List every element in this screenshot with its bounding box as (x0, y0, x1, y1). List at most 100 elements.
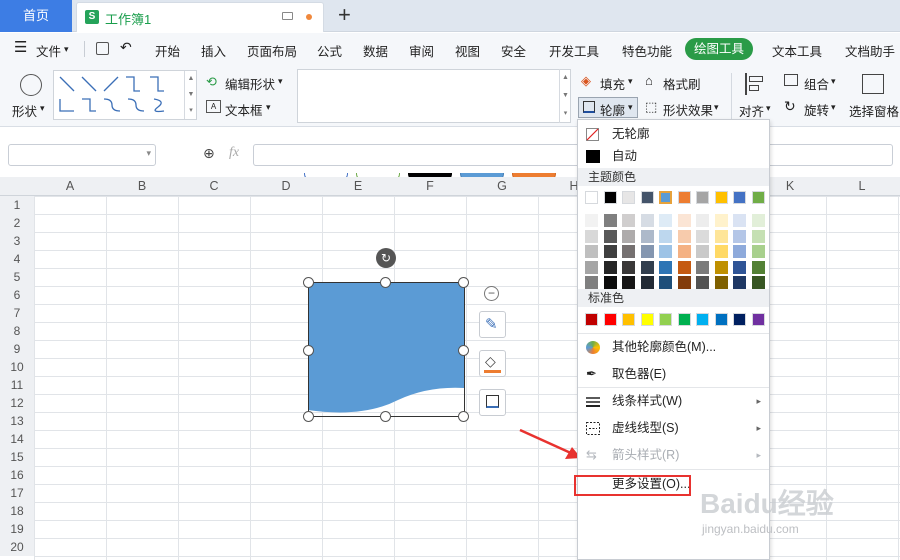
theme-color-swatch[interactable] (677, 191, 691, 204)
standard-color-swatch[interactable] (733, 313, 746, 326)
resize-handle[interactable] (303, 277, 314, 288)
theme-shade-swatch[interactable] (714, 276, 728, 289)
theme-shade-swatch[interactable] (622, 260, 635, 274)
shape-fill-button[interactable]: ◇ (479, 350, 506, 377)
theme-shade-swatch[interactable] (585, 245, 598, 258)
menu-developer[interactable]: 开发工具 (549, 41, 599, 60)
theme-color-swatch[interactable] (622, 191, 635, 204)
theme-shade-swatch[interactable] (659, 229, 672, 243)
no-outline-item[interactable]: 无轮廓 (578, 122, 769, 146)
theme-shade-swatch[interactable] (640, 276, 654, 289)
chevron-down-icon[interactable]: ▾ (831, 76, 836, 87)
row-header-1[interactable]: 1 (0, 196, 34, 214)
fx-icon[interactable]: fx (229, 145, 239, 161)
arrow-style-item[interactable]: ⇆ 箭头样式(R) ▸ (578, 443, 769, 467)
theme-shade-swatch[interactable] (696, 229, 709, 243)
theme-shade-swatch[interactable] (603, 214, 617, 227)
theme-shade-swatch[interactable] (622, 214, 635, 227)
chevron-down-icon[interactable]: ▾ (831, 102, 836, 113)
chevron-down-icon[interactable]: ▾ (64, 44, 69, 55)
more-outline-colors-item[interactable]: 其他轮廓颜色(M)... (578, 335, 769, 359)
row-header-3[interactable]: 3 (0, 232, 34, 250)
theme-color-swatch[interactable] (659, 191, 672, 204)
rotate-handle-icon[interactable]: ↻ (376, 248, 396, 268)
row-header-11[interactable]: 11 (0, 376, 34, 394)
resize-handle[interactable] (380, 277, 391, 288)
resize-handle[interactable] (303, 345, 314, 356)
formula-input[interactable] (253, 144, 893, 166)
fill-button[interactable]: 填充 (600, 74, 625, 93)
standard-color-swatch[interactable] (640, 313, 654, 326)
row-header-19[interactable]: 19 (0, 520, 34, 538)
theme-shade-swatch[interactable] (751, 214, 765, 227)
theme-shade-swatch[interactable] (677, 245, 691, 258)
align-button[interactable]: 对齐 (739, 101, 764, 120)
theme-shade-swatch[interactable] (677, 229, 691, 243)
theme-shade-swatch[interactable] (714, 245, 728, 258)
theme-shade-swatch[interactable] (714, 260, 728, 274)
theme-shade-swatch[interactable] (622, 276, 635, 289)
outline-button[interactable]: 轮廓 ▾ (578, 97, 638, 118)
column-header-g[interactable]: G (466, 179, 538, 193)
theme-shade-swatch[interactable] (603, 229, 617, 243)
theme-color-swatch[interactable] (696, 191, 709, 204)
menu-page-layout[interactable]: 页面布局 (247, 41, 297, 60)
row-header-12[interactable]: 12 (0, 394, 34, 412)
dash-type-item[interactable]: 虚线线型(S) ▸ (578, 416, 769, 440)
row-header-5[interactable]: 5 (0, 268, 34, 286)
textbox-button[interactable]: 文本框 (225, 100, 263, 119)
standard-color-swatch[interactable] (696, 313, 709, 326)
column-header-b[interactable]: B (106, 179, 178, 193)
row-header-13[interactable]: 13 (0, 412, 34, 430)
theme-shade-swatch[interactable] (751, 245, 765, 258)
standard-color-swatch[interactable] (714, 313, 728, 326)
column-header-d[interactable]: D (250, 179, 322, 193)
row-header-15[interactable]: 15 (0, 448, 34, 466)
theme-shade-swatch[interactable] (640, 229, 654, 243)
undo-icon[interactable]: ↶ (120, 39, 132, 56)
theme-shade-swatch[interactable] (677, 260, 691, 274)
theme-shade-swatch[interactable] (696, 245, 709, 258)
theme-shade-swatch[interactable] (603, 245, 617, 258)
tab-workbook[interactable]: S 工作簿1 (76, 2, 324, 32)
standard-color-swatch[interactable] (751, 313, 765, 326)
menu-insert[interactable]: 插入 (201, 41, 226, 60)
row-header-20[interactable]: 20 (0, 538, 34, 556)
standard-color-swatch[interactable] (622, 313, 635, 326)
theme-shade-swatch[interactable] (696, 276, 709, 289)
theme-shade-swatch[interactable] (751, 260, 765, 274)
menu-file[interactable]: 文件 (36, 41, 61, 60)
theme-color-swatch[interactable] (640, 191, 654, 204)
theme-shade-swatch[interactable] (751, 276, 765, 289)
resize-handle[interactable] (380, 411, 391, 422)
theme-shade-swatch[interactable] (677, 276, 691, 289)
zoom-icon[interactable]: ⊕ (203, 145, 215, 162)
style-gallery-scroll[interactable]: ▲ ▼ ▾ (559, 69, 571, 123)
row-header-16[interactable]: 16 (0, 466, 34, 484)
theme-shade-swatch[interactable] (733, 214, 746, 227)
row-header-7[interactable]: 7 (0, 304, 34, 322)
theme-shade-swatch[interactable] (640, 260, 654, 274)
theme-shade-swatch[interactable] (585, 260, 598, 274)
menu-security[interactable]: 安全 (501, 41, 526, 60)
menu-features[interactable]: 特色功能 (622, 41, 672, 60)
theme-shade-swatch[interactable] (622, 229, 635, 243)
resize-handle[interactable] (303, 411, 314, 422)
shape-effects-button[interactable]: 形状效果 (663, 100, 713, 119)
monitor-icon[interactable] (282, 12, 293, 20)
theme-shade-swatch[interactable] (603, 276, 617, 289)
theme-shade-swatch[interactable] (659, 245, 672, 258)
group-button[interactable]: 组合 (804, 74, 829, 93)
row-header-2[interactable]: 2 (0, 214, 34, 232)
theme-shade-swatch[interactable] (659, 214, 672, 227)
row-header-10[interactable]: 10 (0, 358, 34, 376)
chevron-down-icon[interactable]: ▾ (266, 102, 271, 113)
chevron-down-icon[interactable]: ▾ (714, 102, 719, 113)
save-icon[interactable] (96, 42, 109, 55)
shape-outline-button[interactable] (479, 389, 506, 416)
column-header-c[interactable]: C (178, 179, 250, 193)
theme-shade-swatch[interactable] (733, 229, 746, 243)
column-header-a[interactable]: A (34, 179, 106, 193)
standard-color-swatch[interactable] (603, 313, 617, 326)
row-header-17[interactable]: 17 (0, 484, 34, 502)
